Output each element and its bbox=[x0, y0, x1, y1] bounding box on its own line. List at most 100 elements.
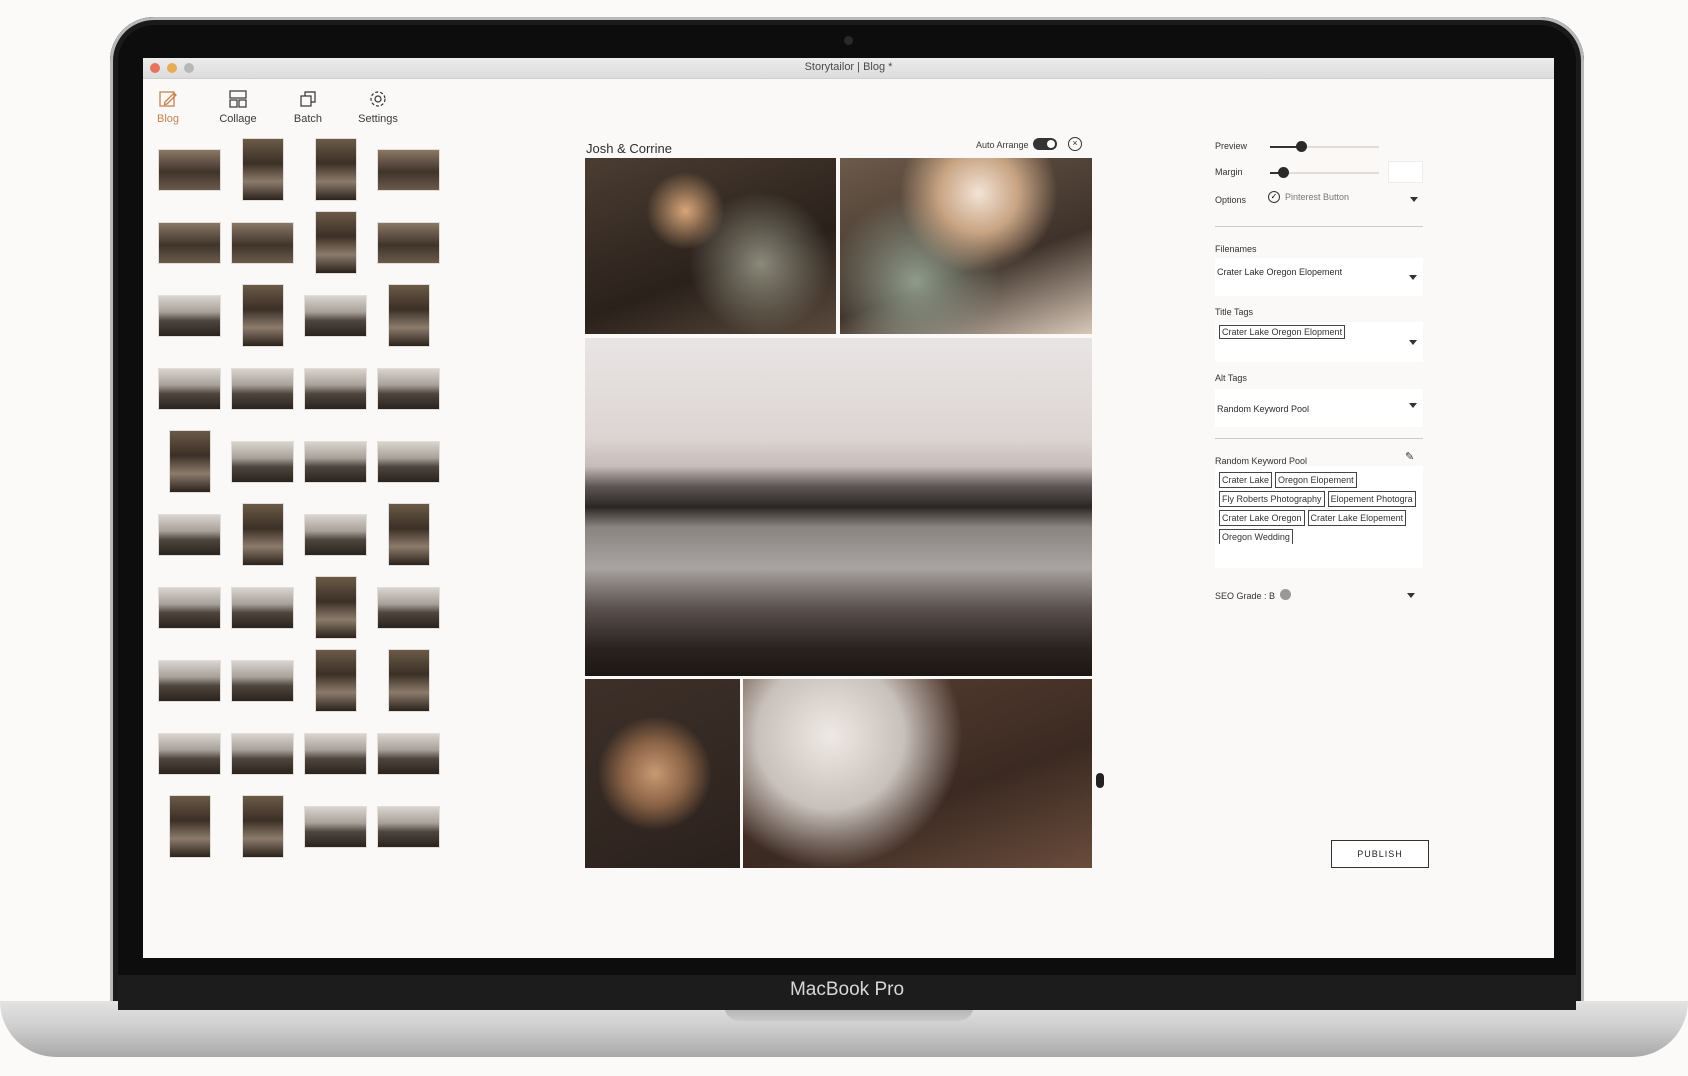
blog-photo[interactable] bbox=[743, 679, 1092, 868]
blog-photo[interactable] bbox=[585, 338, 1092, 676]
blog-photo[interactable] bbox=[840, 158, 1092, 334]
chevron-down-icon[interactable] bbox=[1409, 275, 1417, 280]
nav-blog[interactable]: Blog bbox=[143, 88, 203, 125]
library-thumbnail[interactable] bbox=[304, 294, 367, 337]
title-tags-list: Crater Lake Oregon Elopment bbox=[1219, 325, 1348, 342]
chevron-down-icon[interactable] bbox=[1409, 403, 1417, 408]
nav-collage-label: Collage bbox=[219, 113, 257, 125]
keyword-pool-tags: Crater Lake Oregon Elopement Fly Roberts P… bbox=[1219, 472, 1424, 544]
keyword-tag[interactable]: Fly Roberts Photography bbox=[1219, 491, 1325, 507]
library-thumbnail[interactable] bbox=[377, 586, 440, 629]
title-tag[interactable]: Crater Lake Oregon Elopment bbox=[1219, 325, 1346, 339]
library-thumbnail[interactable] bbox=[377, 148, 440, 191]
chevron-down-icon[interactable] bbox=[1410, 197, 1418, 202]
library-thumbnail[interactable] bbox=[158, 586, 221, 629]
options-label: Options bbox=[1215, 195, 1247, 205]
library-thumbnail[interactable] bbox=[304, 732, 367, 775]
divider bbox=[1215, 226, 1423, 227]
margin-slider[interactable] bbox=[1270, 167, 1379, 178]
library-thumbnail[interactable] bbox=[314, 211, 357, 274]
library-thumbnail[interactable] bbox=[377, 367, 440, 410]
keyword-tag[interactable]: Oregon Wedding bbox=[1219, 529, 1293, 544]
library-thumbnail[interactable] bbox=[304, 513, 367, 556]
library-thumbnail[interactable] bbox=[158, 221, 221, 264]
library-thumbnail[interactable] bbox=[231, 221, 294, 264]
preview-slider[interactable] bbox=[1270, 141, 1379, 152]
library-thumbnail[interactable] bbox=[314, 576, 357, 639]
auto-arrange-toggle[interactable] bbox=[1033, 138, 1057, 150]
keyword-tag[interactable]: Crater Lake bbox=[1219, 472, 1273, 488]
library-thumbnail[interactable] bbox=[168, 430, 211, 493]
gear-icon bbox=[370, 91, 386, 107]
margin-color-swatch[interactable] bbox=[1388, 161, 1423, 183]
options-value[interactable]: Pinterest Button bbox=[1285, 192, 1349, 202]
library-thumbnail[interactable] bbox=[158, 659, 221, 702]
check-icon[interactable]: ✓ bbox=[1268, 191, 1280, 203]
seo-status-dot bbox=[1280, 589, 1291, 600]
library-thumbnail[interactable] bbox=[231, 367, 294, 410]
library-thumbnail[interactable] bbox=[387, 649, 430, 712]
library-thumbnail[interactable] bbox=[314, 138, 357, 201]
library-thumbnail[interactable] bbox=[377, 221, 440, 264]
keyword-tag[interactable]: Oregon Elopement bbox=[1275, 472, 1357, 488]
library-thumbnail[interactable] bbox=[377, 440, 440, 483]
filenames-label: Filenames bbox=[1215, 244, 1257, 254]
filenames-dropdown[interactable]: Crater Lake Oregon Elopement bbox=[1215, 258, 1423, 296]
library-thumbnail[interactable] bbox=[231, 732, 294, 775]
edit-icon bbox=[159, 91, 177, 107]
laptop-chin: MacBook Pro bbox=[118, 975, 1576, 1010]
chevron-down-icon[interactable] bbox=[1407, 593, 1415, 598]
divider bbox=[1215, 438, 1423, 439]
library-thumbnail[interactable] bbox=[387, 503, 430, 566]
alt-tags-dropdown[interactable]: Random Keyword Pool bbox=[1215, 389, 1423, 427]
library-thumbnail[interactable] bbox=[377, 732, 440, 775]
scroll-handle[interactable] bbox=[1096, 773, 1104, 788]
window-title: Storytailor | Blog * bbox=[804, 61, 893, 73]
nav-batch[interactable]: Batch bbox=[273, 88, 343, 125]
library-thumbnail[interactable] bbox=[314, 649, 357, 712]
keyword-tag[interactable]: Crater Lake Elopement bbox=[1307, 510, 1407, 526]
library-thumbnail[interactable] bbox=[304, 805, 367, 848]
nav-blog-label: Blog bbox=[156, 113, 180, 125]
chevron-down-icon[interactable] bbox=[1409, 340, 1417, 345]
camera-icon bbox=[844, 36, 853, 45]
pencil-icon[interactable]: ✎ bbox=[1405, 450, 1414, 463]
library-thumbnail[interactable] bbox=[304, 367, 367, 410]
library-thumbnail[interactable] bbox=[231, 440, 294, 483]
library-thumbnail[interactable] bbox=[231, 659, 294, 702]
preview-label: Preview bbox=[1215, 141, 1248, 151]
keyword-pool-label: Random Keyword Pool bbox=[1215, 456, 1308, 466]
library-thumbnail[interactable] bbox=[304, 440, 367, 483]
close-icon[interactable]: × bbox=[1068, 137, 1082, 151]
nav-settings-label: Settings bbox=[358, 113, 398, 125]
keyword-tag[interactable]: Crater Lake Oregon bbox=[1219, 510, 1305, 526]
library-thumbnail[interactable] bbox=[158, 148, 221, 191]
publish-button[interactable]: PUBLISH bbox=[1331, 840, 1429, 868]
blog-photo[interactable] bbox=[585, 679, 740, 868]
nav-settings[interactable]: Settings bbox=[343, 88, 413, 125]
library-thumbnail[interactable] bbox=[387, 284, 430, 347]
filenames-value: Crater Lake Oregon Elopement bbox=[1217, 267, 1343, 277]
library-thumbnail[interactable] bbox=[158, 367, 221, 410]
library-thumbnail[interactable] bbox=[377, 805, 440, 848]
library-thumbnail[interactable] bbox=[231, 586, 294, 629]
nav-collage[interactable]: Collage bbox=[203, 88, 273, 125]
library-thumbnail[interactable] bbox=[241, 795, 284, 858]
keyword-tag[interactable]: Elopement Photogra bbox=[1327, 491, 1416, 507]
library-thumbnail[interactable] bbox=[158, 294, 221, 337]
library-thumbnail[interactable] bbox=[241, 284, 284, 347]
library-thumbnail[interactable] bbox=[241, 138, 284, 201]
app-window: Storytailor | Blog * Blog Collage Batch bbox=[143, 58, 1554, 958]
title-tags-dropdown[interactable]: Crater Lake Oregon Elopment bbox=[1215, 322, 1423, 362]
library-thumbnail[interactable] bbox=[241, 503, 284, 566]
title-tags-label: Title Tags bbox=[1215, 307, 1254, 317]
margin-slider-knob[interactable] bbox=[1278, 167, 1290, 178]
preview-slider-knob[interactable] bbox=[1295, 141, 1307, 152]
library-thumbnail[interactable] bbox=[158, 513, 221, 556]
library-thumbnail[interactable] bbox=[168, 795, 211, 858]
library-thumbnail[interactable] bbox=[158, 732, 221, 775]
blog-photo[interactable] bbox=[585, 158, 836, 334]
alt-tags-value: Random Keyword Pool bbox=[1217, 404, 1310, 414]
collage-icon bbox=[229, 90, 247, 108]
blog-title[interactable]: Josh & Corrine bbox=[586, 141, 672, 156]
